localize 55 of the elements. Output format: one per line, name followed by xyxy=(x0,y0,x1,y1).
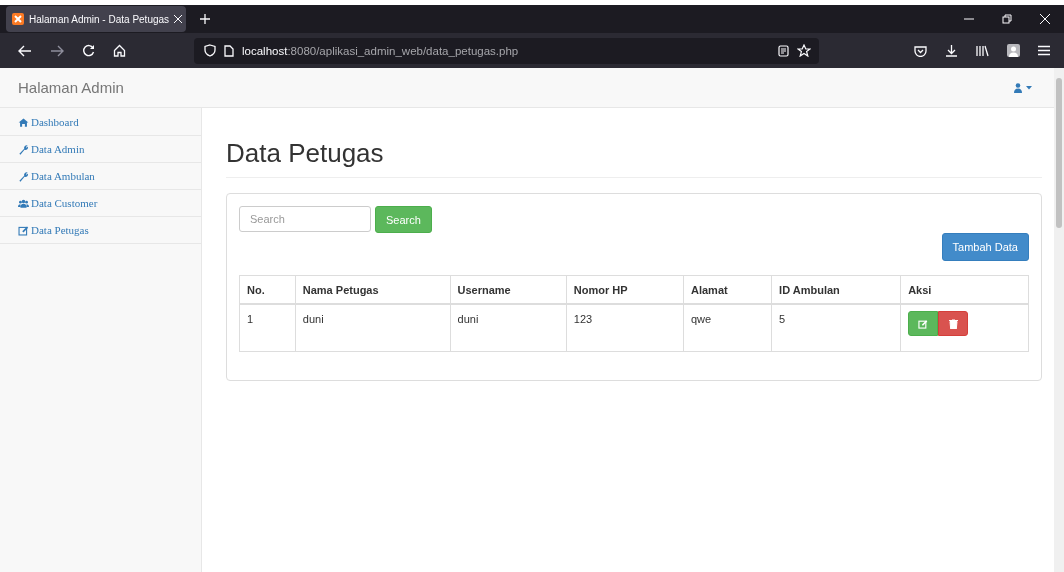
search-field[interactable]: Search xyxy=(239,206,371,232)
trash-icon xyxy=(948,318,958,329)
table-cell: qwe xyxy=(683,304,772,352)
library-icon[interactable] xyxy=(976,44,989,57)
sidebar-item[interactable]: Data Admin xyxy=(0,136,201,163)
scrollbar-thumb[interactable] xyxy=(1056,78,1062,228)
users-icon xyxy=(18,197,29,209)
reader-icon[interactable] xyxy=(778,44,789,57)
add-data-button[interactable]: Tambah Data xyxy=(941,233,1029,261)
wrench-icon xyxy=(18,170,29,182)
close-icon[interactable] xyxy=(174,15,183,23)
pocket-icon[interactable] xyxy=(914,44,927,57)
back-icon[interactable] xyxy=(18,44,32,57)
table-cell: 123 xyxy=(566,304,684,352)
download-icon[interactable] xyxy=(945,44,958,57)
brand-title[interactable]: Halaman Admin xyxy=(18,79,124,96)
home-icon[interactable] xyxy=(113,44,126,57)
url-text: localhost:8080/aplikasi_admin_web/data_petugas.php xyxy=(242,44,519,57)
delete-button[interactable] xyxy=(938,311,969,336)
edit-icon xyxy=(918,318,929,329)
column-header: No. xyxy=(239,275,296,304)
table-cell: 1 xyxy=(239,304,296,352)
star-icon[interactable] xyxy=(797,44,811,57)
menu-icon[interactable] xyxy=(1038,45,1050,56)
column-header: Nomor HP xyxy=(566,275,684,304)
edit-button[interactable] xyxy=(908,311,939,336)
table-cell: duni xyxy=(450,304,567,352)
new-tab-icon[interactable] xyxy=(200,14,210,24)
sidebar-item[interactable]: Data Customer xyxy=(0,190,201,217)
column-header: Username xyxy=(450,275,567,304)
sidebar-item[interactable]: Data Ambulan xyxy=(0,163,201,190)
edit-icon xyxy=(18,224,29,236)
app-icon xyxy=(12,13,24,25)
sidebar-item[interactable]: Dashboard xyxy=(0,109,201,136)
reload-icon[interactable] xyxy=(82,44,95,57)
wrench-icon xyxy=(18,143,29,155)
search-button[interactable]: Search xyxy=(375,206,432,233)
column-header: Nama Petugas xyxy=(295,275,451,304)
forward-icon[interactable] xyxy=(50,44,64,57)
restore-icon[interactable] xyxy=(1002,14,1012,24)
table-cell: duni xyxy=(295,304,451,352)
table-cell: 5 xyxy=(771,304,901,352)
account-icon[interactable] xyxy=(1007,44,1020,57)
home-icon xyxy=(18,116,29,128)
shield-icon xyxy=(204,44,216,57)
sidebar-item[interactable]: Data Petugas xyxy=(0,217,201,244)
column-header: ID Ambulan xyxy=(771,275,901,304)
browser-tab[interactable]: Halaman Admin - Data Petugas xyxy=(6,6,186,32)
close-icon[interactable] xyxy=(1040,14,1050,24)
page-icon xyxy=(224,44,234,57)
column-header: Alamat xyxy=(683,275,772,304)
page-title: Data Petugas xyxy=(226,138,1042,178)
column-header: Aksi xyxy=(900,275,1029,304)
user-dropdown-icon[interactable] xyxy=(1014,82,1034,93)
address-bar[interactable]: localhost:8080/aplikasi_admin_web/data_petugas.php xyxy=(194,37,819,64)
